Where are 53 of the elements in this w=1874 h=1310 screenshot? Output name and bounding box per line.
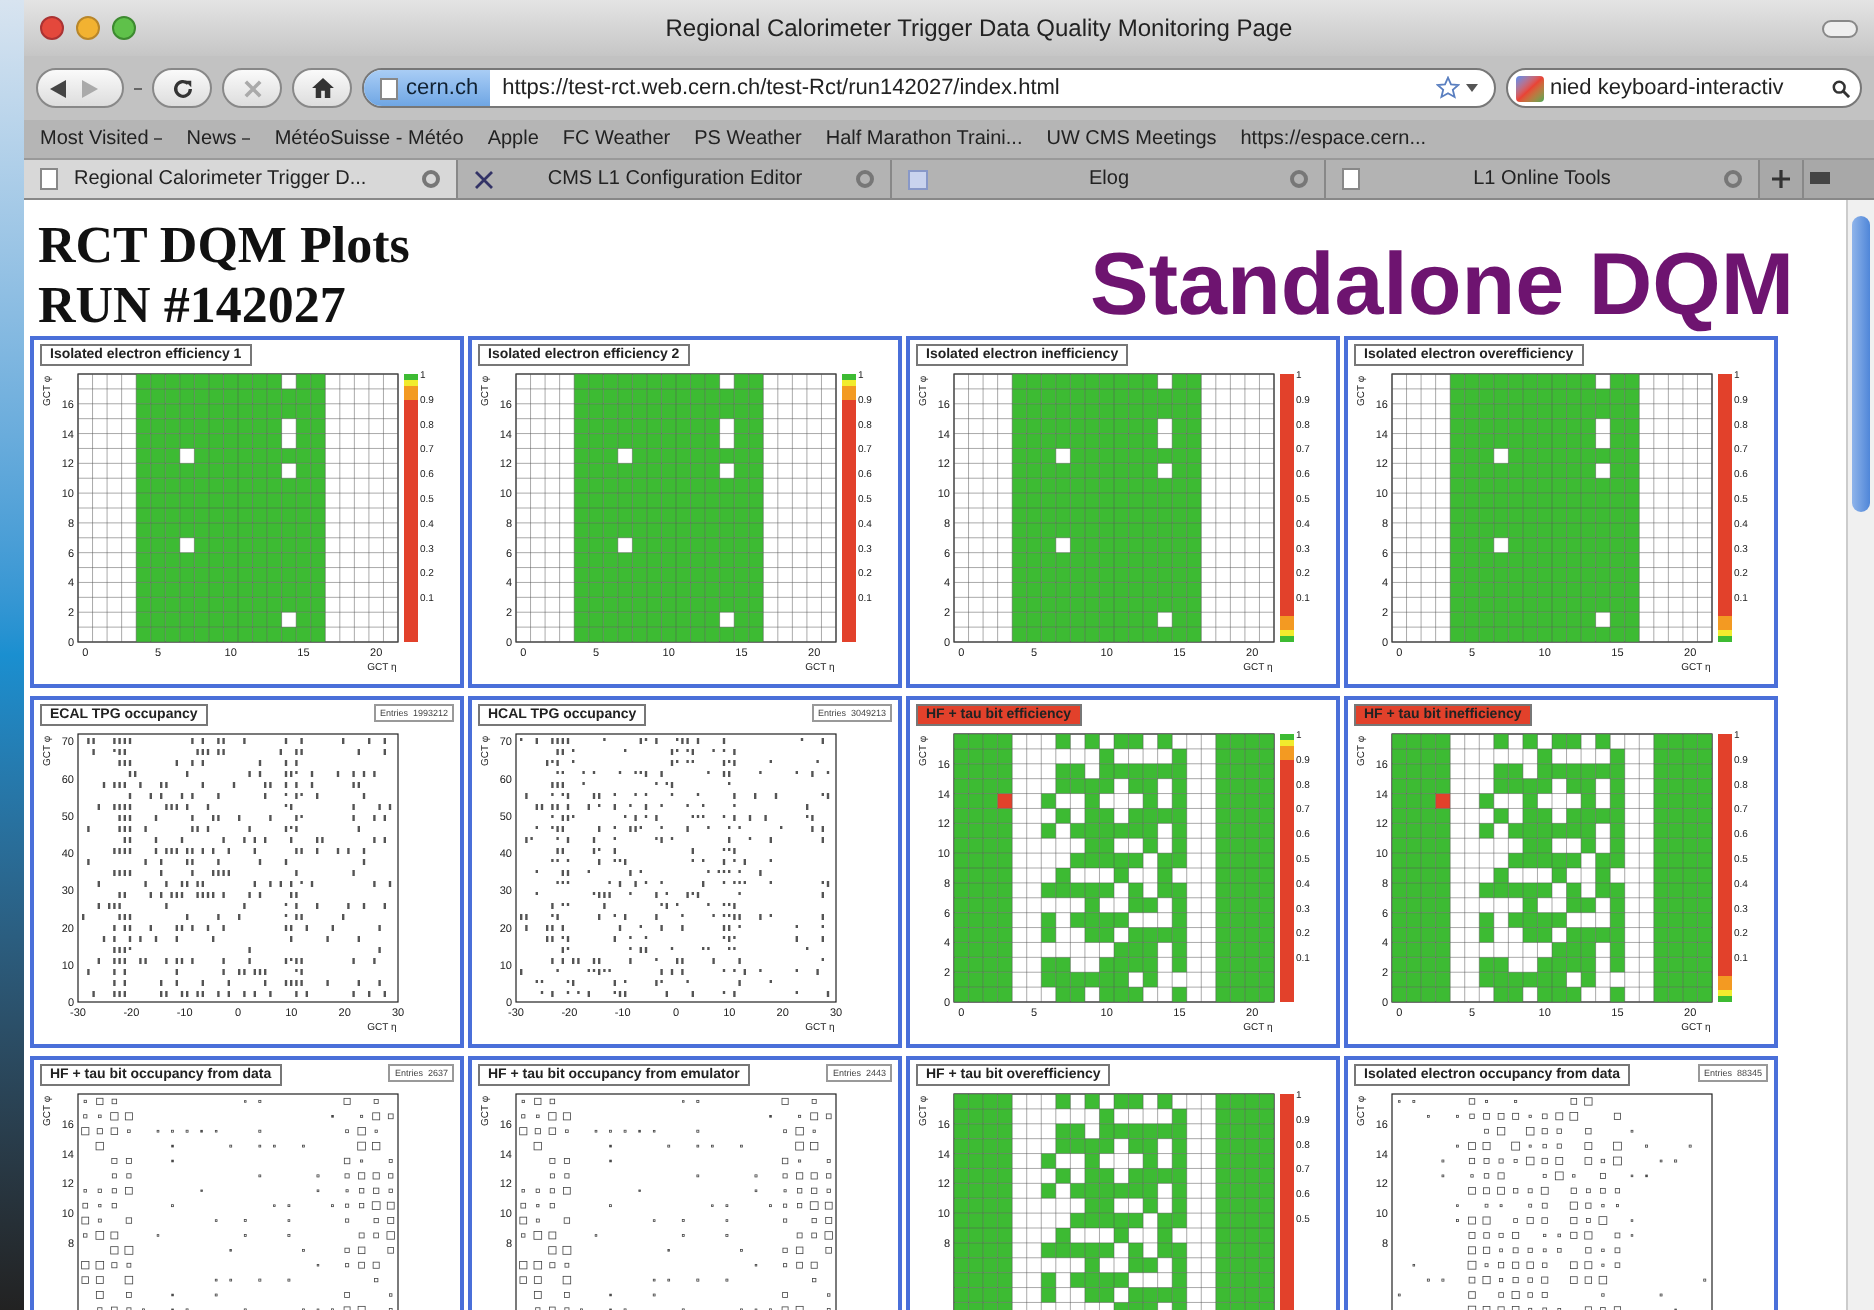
page-icon (1342, 168, 1360, 190)
tab-close-icon[interactable] (422, 170, 440, 188)
bookmark-star-icon[interactable] (1436, 76, 1460, 100)
bookmark-link[interactable]: Apple (487, 124, 539, 154)
page-icon (380, 77, 398, 99)
tab-close-icon[interactable] (856, 170, 874, 188)
reload-icon (171, 77, 193, 99)
stop-icon (243, 79, 261, 97)
plus-icon (1772, 170, 1790, 188)
bookmark-link[interactable]: UW CMS Meetings (1046, 124, 1217, 154)
scrollbar-thumb[interactable] (1852, 216, 1870, 512)
tab-close-icon[interactable] (1724, 170, 1742, 188)
search-field[interactable]: nied keyboard-interactiv (1506, 68, 1862, 108)
address-field[interactable]: cern.ch https://test-rct.web.cern.ch/test-Rct/run142027/index.html (362, 68, 1496, 108)
back-forward-button[interactable] (36, 68, 124, 108)
home-button[interactable] (292, 68, 352, 108)
zoom-button[interactable] (112, 16, 136, 40)
back-arrow-icon (50, 79, 66, 97)
site-identity-badge[interactable]: cern.ch (364, 70, 491, 106)
menu-caret-icon (154, 138, 163, 140)
bookmark-link[interactable]: FC Weather (562, 124, 671, 154)
dropdown-caret-icon[interactable] (1466, 84, 1478, 92)
forward-arrow-icon (82, 79, 98, 97)
menu-caret-icon (242, 138, 251, 140)
bookmark-link[interactable]: PS Weather (694, 124, 802, 154)
home-icon (311, 78, 333, 98)
search-text: nied keyboard-interactiv (1550, 73, 1786, 104)
bookmark-link[interactable]: News (186, 124, 251, 154)
browser-tab[interactable]: L1 Online Tools (1326, 160, 1760, 198)
banner-text: Standalone DQM (1089, 236, 1794, 336)
page-icon (40, 168, 58, 190)
browser-tab[interactable]: Elog (892, 160, 1326, 198)
bookmark-link[interactable]: MétéoSuisse - Météo (274, 124, 464, 154)
search-icon (1832, 79, 1850, 97)
toolbar-toggle-button[interactable] (1822, 19, 1858, 37)
bookmark-link[interactable]: Half Marathon Traini... (825, 124, 1023, 154)
history-caret-icon[interactable] (134, 87, 142, 89)
window-title: Regional Calorimeter Trigger Data Quality Monitoring Page (663, 12, 1295, 46)
page-heading: RCT DQM Plots (38, 216, 410, 276)
bookmark-link[interactable]: https://espace.cern... (1240, 124, 1427, 154)
tab-close-icon[interactable] (1290, 170, 1308, 188)
search-engine-icon[interactable] (1516, 75, 1544, 101)
grid-icon (908, 169, 928, 189)
stop-button[interactable] (222, 68, 282, 108)
url-text: https://test-rct.web.cern.ch/test-Rct/run142027/index.html (500, 73, 1062, 104)
page-heading: RUN #142027 (38, 276, 348, 336)
minimize-button[interactable] (76, 16, 100, 40)
reload-button[interactable] (152, 68, 212, 108)
browser-tab[interactable]: Regional Calorimeter Trigger D... (24, 160, 458, 198)
vertical-scrollbar[interactable] (1846, 200, 1874, 1310)
browser-tab[interactable]: CMS L1 Configuration Editor (458, 160, 892, 198)
bookmark-link[interactable]: Most Visited (40, 124, 163, 154)
close-button[interactable] (40, 16, 64, 40)
